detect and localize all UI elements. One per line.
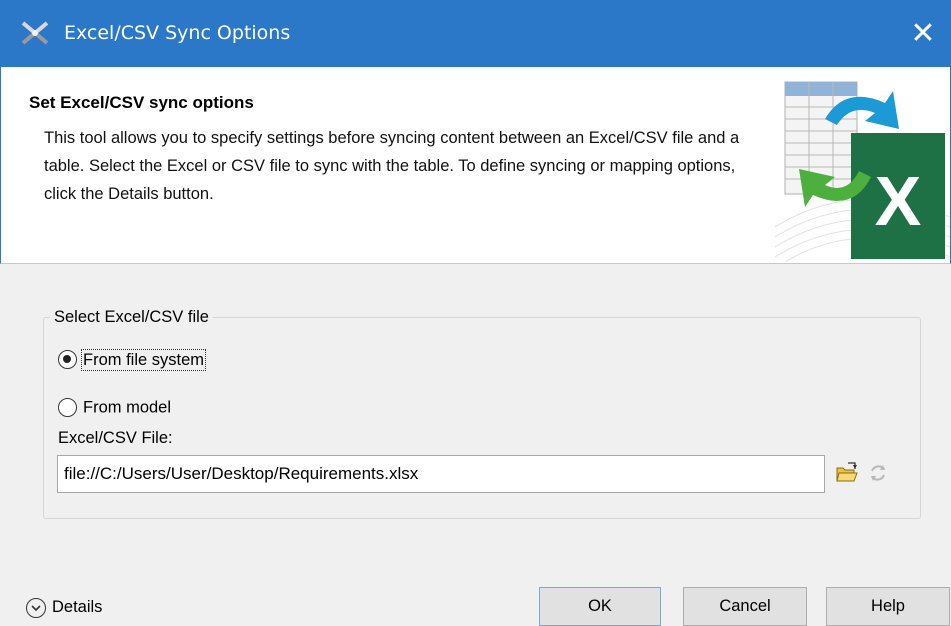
svg-text:X: X [875, 162, 922, 240]
header-panel: Set Excel/CSV sync options This tool all… [0, 67, 951, 264]
app-icon [21, 21, 49, 45]
chevron-down-circle-icon [26, 597, 46, 618]
header-description: This tool allows you to specify settings… [44, 129, 740, 203]
radio-label-from-model: From model [83, 398, 172, 417]
details-toggle[interactable]: Details [26, 593, 102, 621]
help-button[interactable]: Help [826, 587, 950, 626]
ok-button[interactable]: OK [539, 587, 661, 626]
radio-from-file-system[interactable]: From file system [58, 345, 207, 373]
radio-label-from-file-system: From file system [80, 348, 207, 371]
radio-from-model[interactable]: From model [58, 393, 171, 421]
group-legend: Select Excel/CSV file [50, 308, 213, 327]
window-title: Excel/CSV Sync Options [64, 22, 291, 44]
close-button[interactable]: ✕ [895, 0, 951, 67]
excel-sync-icon: X [775, 81, 950, 262]
cancel-button[interactable]: Cancel [683, 587, 807, 626]
file-field-label: Excel/CSV File: [58, 429, 173, 447]
radio-button-unchecked[interactable] [58, 398, 77, 418]
sync-icon [871, 465, 885, 481]
header-title: Set Excel/CSV sync options [29, 93, 254, 112]
radio-button-checked[interactable] [58, 350, 77, 370]
details-label: Details [52, 598, 103, 616]
title-bar: Excel/CSV Sync Options ✕ [0, 0, 951, 67]
folder-open-icon[interactable] [835, 461, 859, 485]
file-path-input[interactable] [57, 455, 825, 493]
